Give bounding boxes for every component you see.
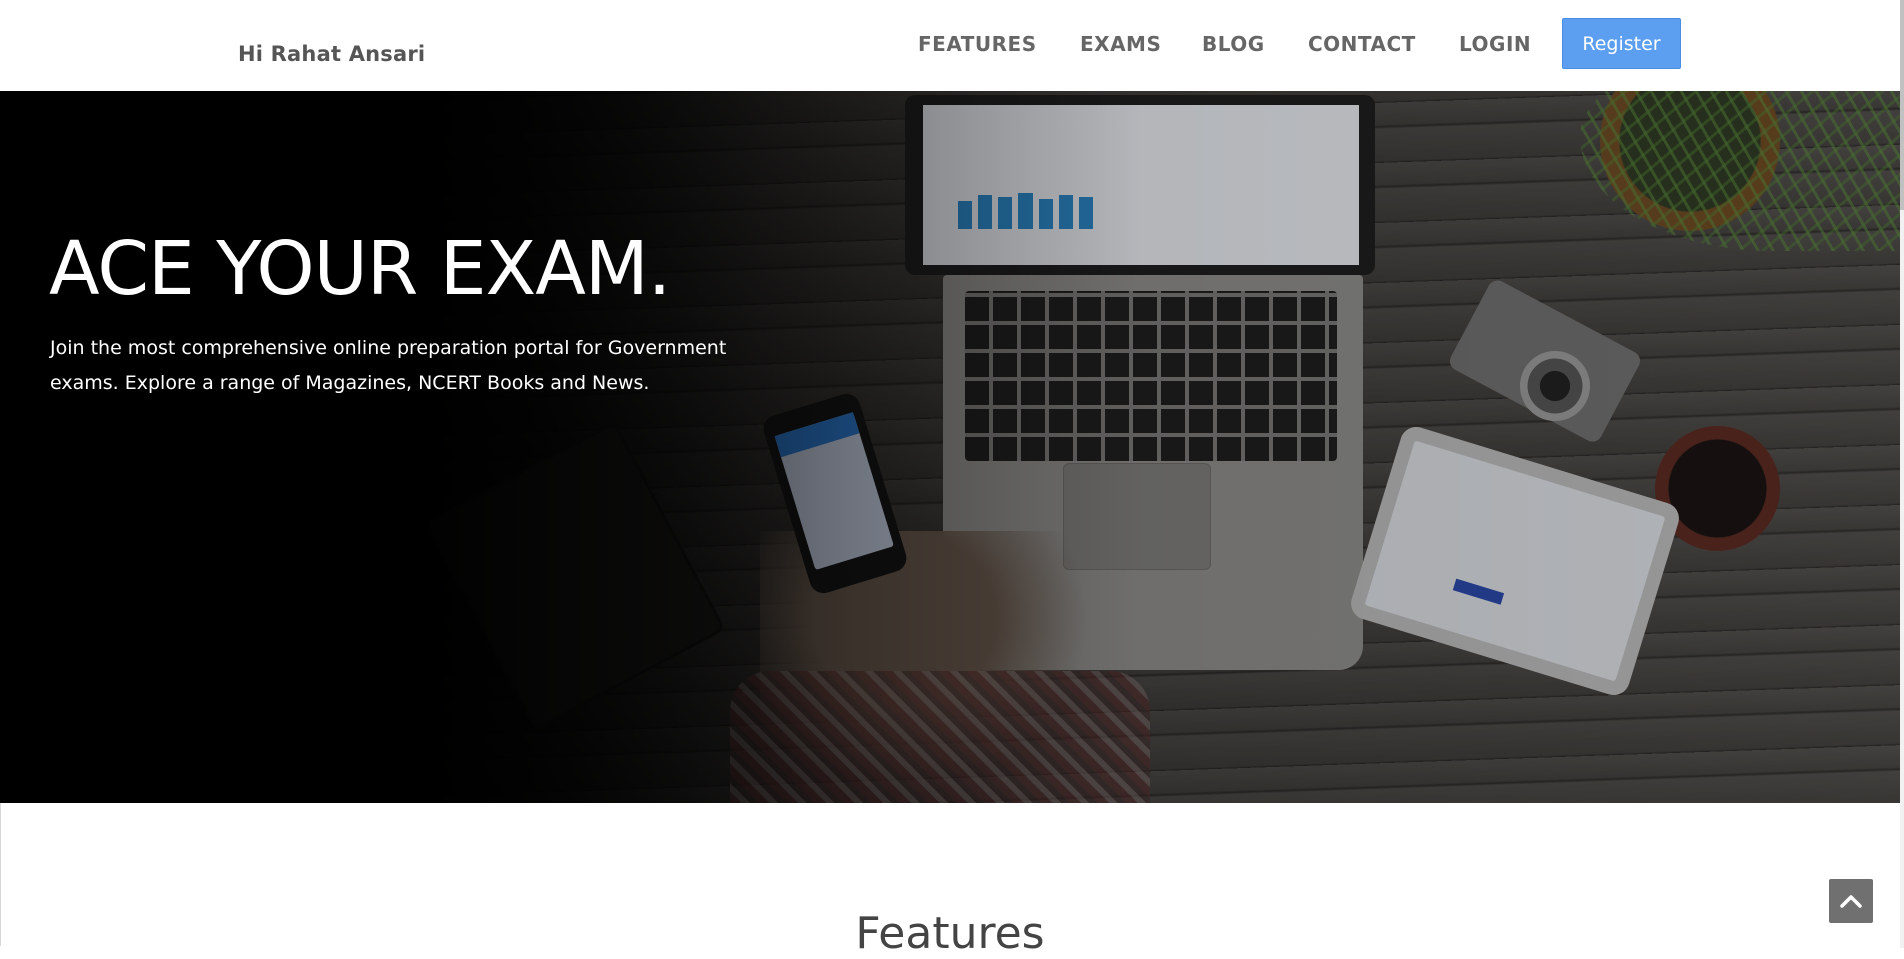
hero-subtitle: Join the most comprehensive online prepa… xyxy=(50,337,727,394)
nav-link-contact[interactable]: CONTACT xyxy=(1308,32,1416,56)
chevron-up-icon xyxy=(1840,894,1862,908)
site-header: Hi Rahat Ansari FEATURES EXAMS BLOG CONT… xyxy=(0,0,1900,91)
nav-link-exams[interactable]: EXAMS xyxy=(1080,32,1161,56)
scrollbar-thumb[interactable] xyxy=(1900,0,1904,210)
nav-link-blog[interactable]: BLOG xyxy=(1202,32,1265,56)
scroll-to-top-button[interactable] xyxy=(1829,879,1873,923)
nav-link-login[interactable]: LOGIN xyxy=(1459,32,1531,56)
register-button[interactable]: Register xyxy=(1562,18,1681,69)
features-heading: Features xyxy=(855,908,1045,959)
user-greeting: Hi Rahat Ansari xyxy=(238,42,426,66)
nav-link-features[interactable]: FEATURES xyxy=(918,32,1037,56)
hero-title: ACE YOUR EXAM. xyxy=(49,226,671,312)
hero-banner: ACE YOUR EXAM. Join the most comprehensi… xyxy=(0,91,1900,803)
hero-overlay xyxy=(0,91,1900,803)
page-scrollbar[interactable] xyxy=(1900,0,1904,948)
